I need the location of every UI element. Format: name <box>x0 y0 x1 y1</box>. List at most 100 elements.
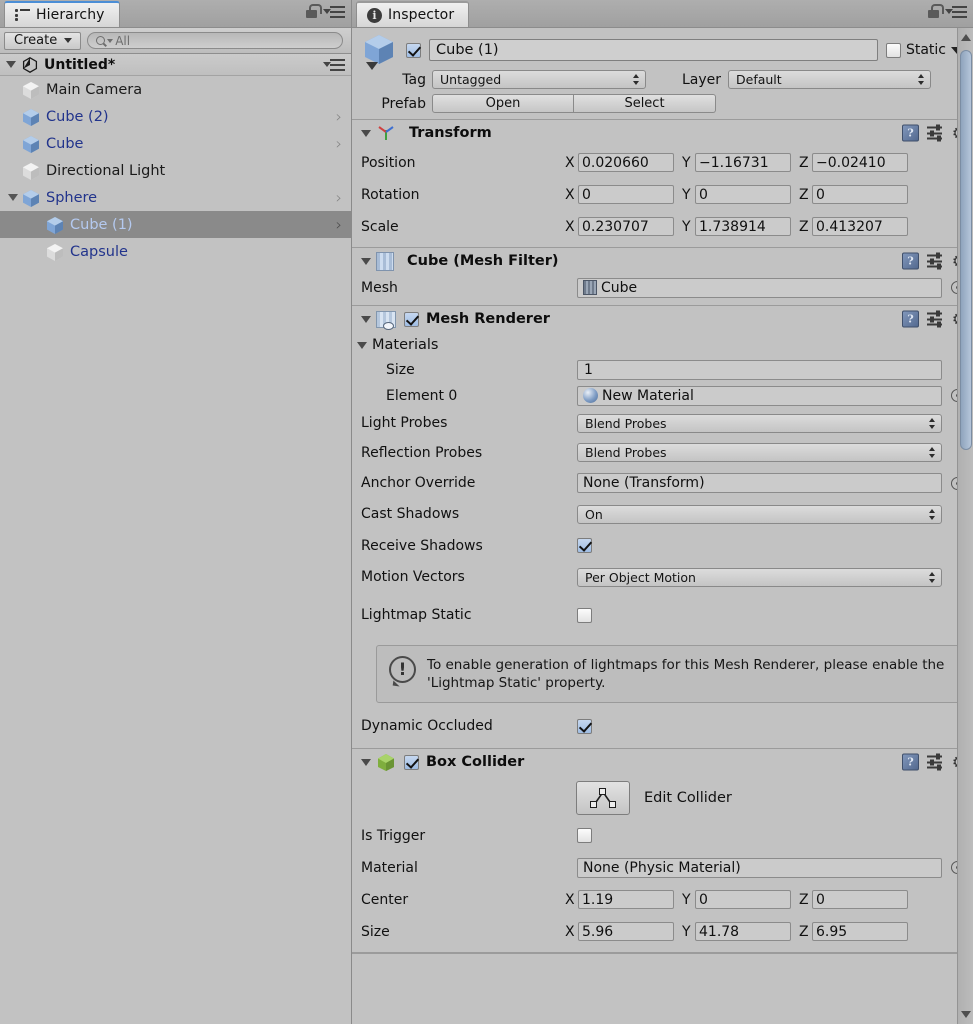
preset-sliders-icon[interactable] <box>927 755 943 770</box>
box-collider-center-z-input[interactable]: 0 <box>812 890 908 909</box>
tab-hierarchy[interactable]: Hierarchy <box>4 1 120 27</box>
box-collider-size-x-input[interactable]: 5.96 <box>578 922 674 941</box>
transform-rotation-label: Rotation <box>361 187 565 203</box>
transform-scale-x-input[interactable]: 0.230707 <box>578 217 674 236</box>
hierarchy-item-capsule[interactable]: Capsule <box>0 238 351 265</box>
transform-scale-y-input[interactable]: 1.738914 <box>695 217 791 236</box>
materials-size-input[interactable]: 1 <box>577 360 942 380</box>
edit-collider-button[interactable] <box>576 781 630 815</box>
component-box-collider: Box Collider ? ⚙ <box>352 749 973 953</box>
chevron-right-icon[interactable]: › <box>336 136 342 152</box>
transform-position-z-input[interactable]: −0.02410 <box>812 153 908 172</box>
transform-position-row: PositionX0.020660Y−1.16731Z−0.02410 <box>352 147 973 178</box>
mesh-renderer-header[interactable]: Mesh Renderer ? ⚙ <box>352 306 973 332</box>
transform-scale-z-input[interactable]: 0.413207 <box>812 217 908 236</box>
prefab-open-button[interactable]: Open <box>432 94 574 113</box>
scene-row[interactable]: Untitled* <box>0 54 351 76</box>
materials-size-label: Size <box>361 362 577 378</box>
materials-foldout-icon[interactable] <box>357 342 367 349</box>
mesh-filter-foldout-icon[interactable] <box>361 258 371 265</box>
chevron-right-icon[interactable]: › <box>336 217 342 233</box>
scroll-down-arrow-icon[interactable] <box>961 1011 971 1018</box>
transform-rotation-y-input[interactable]: 0 <box>695 185 791 204</box>
axis-y-label: Y <box>682 155 695 171</box>
box-collider-center-y-input[interactable]: 0 <box>695 890 791 909</box>
gameobject-enabled-checkbox[interactable] <box>406 43 421 58</box>
hierarchy-panel: Hierarchy Create All <box>0 0 352 1024</box>
mesh-object-field[interactable]: Cube <box>577 278 942 298</box>
box-collider-header[interactable]: Box Collider ? ⚙ <box>352 749 973 775</box>
transform-header[interactable]: Transform ? ⚙ <box>352 120 973 146</box>
is-trigger-checkbox[interactable] <box>577 828 592 843</box>
hierarchy-item-cube[interactable]: Cube› <box>0 130 351 157</box>
transform-rotation-z-input[interactable]: 0 <box>812 185 908 204</box>
mesh-filter-header[interactable]: Cube (Mesh Filter) ? ⚙ <box>352 248 973 274</box>
box-collider-size-y-input[interactable]: 41.78 <box>695 922 791 941</box>
anchor-override-field[interactable]: None (Transform) <box>577 473 942 493</box>
chevron-right-icon[interactable]: › <box>336 109 342 125</box>
prefab-select-button[interactable]: Select <box>574 94 716 113</box>
static-checkbox[interactable] <box>886 43 901 58</box>
help-book-icon[interactable]: ? <box>902 125 919 142</box>
chevron-right-icon[interactable]: › <box>336 190 342 206</box>
box-collider-center-x-input[interactable]: 1.19 <box>578 890 674 909</box>
panel-menu-icon[interactable] <box>945 5 967 18</box>
tab-inspector[interactable]: i Inspector <box>356 1 469 27</box>
inspector-bottom-strip <box>352 953 973 963</box>
mesh-renderer-foldout-icon[interactable] <box>361 316 371 323</box>
help-book-icon[interactable]: ? <box>902 754 919 771</box>
materials-element0-field[interactable]: New Material <box>577 386 942 406</box>
hierarchy-toolbar: Create All <box>0 28 351 54</box>
lock-open-icon[interactable] <box>305 4 318 18</box>
help-book-icon[interactable]: ? <box>902 311 919 328</box>
layer-dropdown[interactable]: Default <box>728 70 931 89</box>
tag-label: Tag <box>360 72 426 88</box>
search-input[interactable]: All <box>87 32 343 49</box>
inspector-scrollbar[interactable] <box>957 28 973 1024</box>
hierarchy-item-main-camera[interactable]: Main Camera <box>0 76 351 103</box>
receive-shadows-checkbox[interactable] <box>577 538 592 553</box>
hierarchy-item-cube-1[interactable]: Cube (1)› <box>0 211 351 238</box>
search-filter-chevron-icon[interactable] <box>107 39 113 43</box>
create-button[interactable]: Create <box>4 32 81 50</box>
expand-triangle-icon[interactable] <box>8 194 18 201</box>
lock-open-icon[interactable] <box>927 4 940 18</box>
materials-foldout[interactable]: Materials <box>352 334 973 356</box>
gameobject-name-input[interactable]: Cube (1) <box>429 39 878 61</box>
box-collider-foldout-icon[interactable] <box>361 759 371 766</box>
motion-vectors-dropdown[interactable]: Per Object Motion <box>577 568 942 587</box>
hierarchy-item-sphere[interactable]: Sphere› <box>0 184 351 211</box>
preset-sliders-icon[interactable] <box>927 126 943 141</box>
preset-sliders-icon[interactable] <box>927 312 943 327</box>
mesh-renderer-enabled-checkbox[interactable] <box>404 312 419 327</box>
hierarchy-item-label: Capsule <box>70 244 128 260</box>
preset-sliders-icon[interactable] <box>927 254 943 269</box>
value: −1.16731 <box>699 155 769 171</box>
collider-material-field[interactable]: None (Physic Material) <box>577 858 942 878</box>
scroll-up-arrow-icon[interactable] <box>961 34 971 41</box>
motion-vectors-label: Motion Vectors <box>361 569 577 585</box>
hierarchy-item-cube-2[interactable]: Cube (2)› <box>0 103 351 130</box>
materials-label: Materials <box>372 337 438 353</box>
transform-position-y-input[interactable]: −1.16731 <box>695 153 791 172</box>
tag-dropdown[interactable]: Untagged <box>432 70 646 89</box>
hierarchy-item-directional-light[interactable]: Directional Light <box>0 157 351 184</box>
scrollbar-thumb[interactable] <box>960 50 972 450</box>
edit-collider-label: Edit Collider <box>644 790 732 806</box>
lightmap-static-checkbox[interactable] <box>577 608 592 623</box>
transform-position-x-input[interactable]: 0.020660 <box>578 153 674 172</box>
light-probes-dropdown[interactable]: Blend Probes <box>577 414 942 433</box>
dynamic-occluded-checkbox[interactable] <box>577 719 592 734</box>
scene-expand-triangle-icon[interactable] <box>6 61 16 68</box>
transform-foldout-icon[interactable] <box>361 130 371 137</box>
scene-menu-icon[interactable] <box>323 58 345 71</box>
help-book-icon[interactable]: ? <box>902 253 919 270</box>
box-collider-size-z-input[interactable]: 6.95 <box>812 922 908 941</box>
cast-shadows-dropdown[interactable]: On <box>577 505 942 524</box>
transform-rotation-x-input[interactable]: 0 <box>578 185 674 204</box>
thumbnail-dropdown-icon[interactable] <box>366 62 378 70</box>
box-collider-enabled-checkbox[interactable] <box>404 755 419 770</box>
mesh-swatch-icon <box>583 280 597 295</box>
reflection-probes-dropdown[interactable]: Blend Probes <box>577 443 942 462</box>
panel-menu-icon[interactable] <box>323 5 345 18</box>
